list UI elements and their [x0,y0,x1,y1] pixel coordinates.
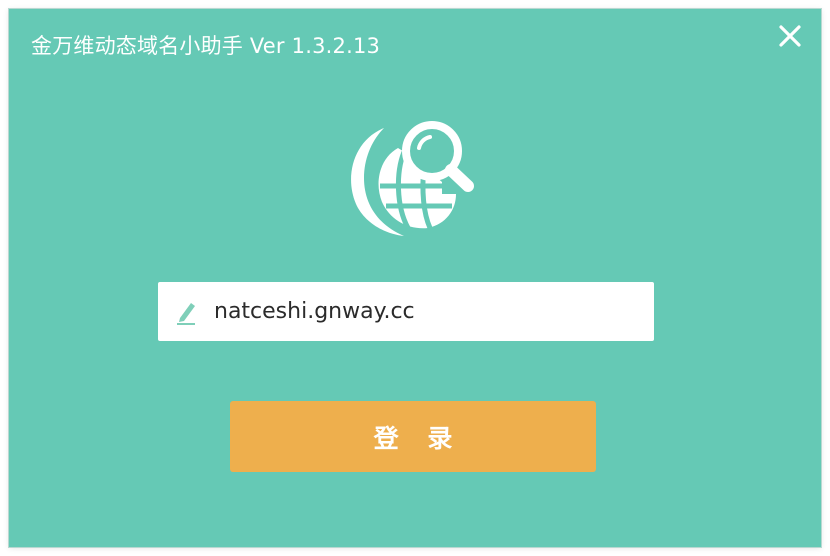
close-button[interactable] [775,21,805,51]
login-button[interactable]: 登 录 [230,401,596,472]
window-title: 金万维动态域名小助手 Ver 1.3.2.13 [31,34,381,58]
pencil-icon [177,303,195,325]
app-logo [342,106,478,240]
close-icon [779,25,801,47]
app-window: 金万维动态域名小助手 Ver 1.3.2.13 natceshi.gnway.c… [9,9,821,547]
title-bar: 金万维动态域名小助手 Ver 1.3.2.13 [9,9,821,73]
globe-search-icon [351,121,474,236]
domain-input-box [158,282,654,341]
domain-field[interactable] [214,282,634,341]
